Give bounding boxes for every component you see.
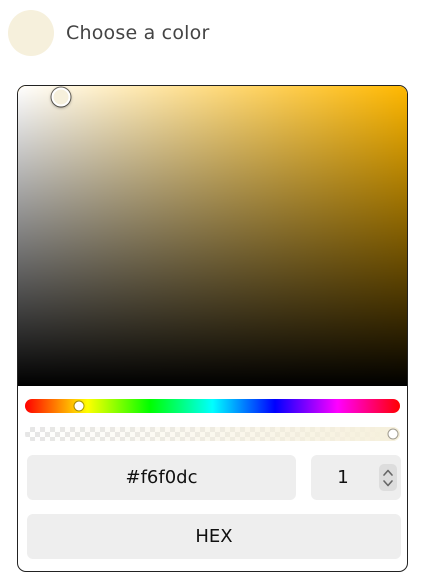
saturation-value-handle[interactable] (51, 87, 71, 106)
alpha-slider-thumb[interactable] (388, 429, 398, 439)
alpha-gradient (25, 427, 400, 441)
alpha-slider[interactable] (25, 427, 400, 441)
page-title: Choose a color (66, 22, 210, 44)
hue-slider-thumb[interactable] (74, 401, 84, 411)
alpha-stepper[interactable] (379, 464, 397, 491)
color-picker-panel: #f6f0dc 1 HEX (17, 85, 408, 572)
hue-slider[interactable] (25, 399, 400, 413)
alpha-value: 1 (337, 467, 349, 488)
alpha-input[interactable]: 1 (311, 455, 401, 500)
chevron-up-down-icon (383, 469, 393, 486)
hex-input[interactable]: #f6f0dc (27, 455, 296, 500)
saturation-value-area[interactable] (18, 86, 407, 386)
color-header: Choose a color (8, 10, 209, 56)
color-format-label: HEX (195, 526, 233, 547)
color-format-button[interactable]: HEX (27, 514, 401, 559)
hex-value: #f6f0dc (125, 467, 198, 488)
color-preview-swatch (8, 10, 54, 56)
